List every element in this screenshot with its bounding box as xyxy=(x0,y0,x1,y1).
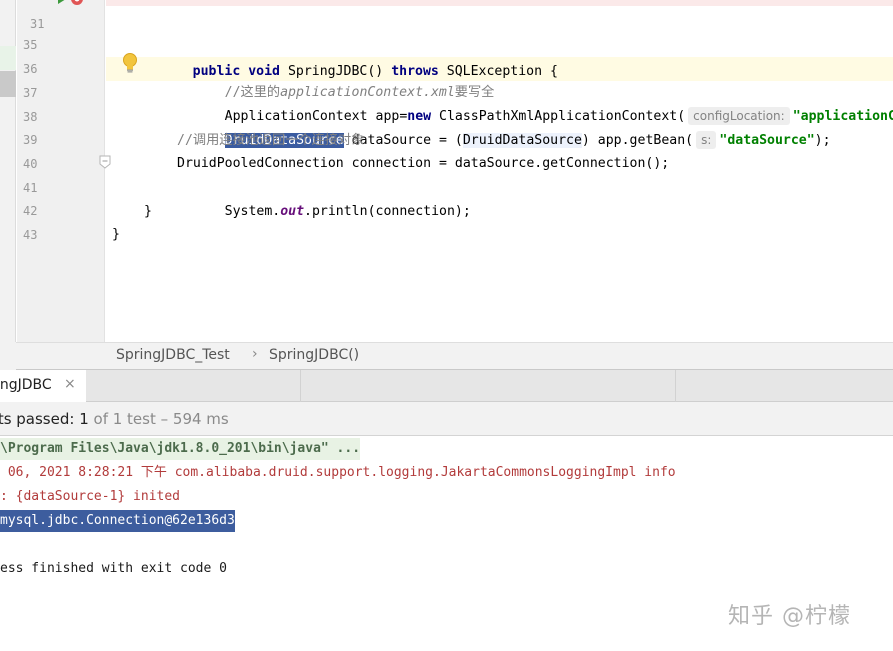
console-exit-line: ess finished with exit code 0 xyxy=(0,561,227,576)
fold-icon[interactable] xyxy=(99,155,111,169)
code-line: 40 System.out.println(connection); xyxy=(0,128,893,219)
run-gutter-icon[interactable] xyxy=(56,0,96,6)
code-line: 38 //调用连接池返回一个连接对象 xyxy=(0,81,893,148)
status-details: of 1 test – 594 ms xyxy=(88,410,229,428)
lightbulb-icon[interactable] xyxy=(121,52,139,74)
status-count: 1 xyxy=(79,410,89,428)
breadcrumb-item-method[interactable]: SpringJDBC() xyxy=(269,347,359,363)
breadcrumb: SpringJDBC_Test › SpringJDBC() xyxy=(16,342,893,370)
close-icon[interactable]: × xyxy=(64,376,76,392)
status-label: sts passed: xyxy=(0,410,75,428)
run-tab[interactable]: ingJDBC × xyxy=(0,370,86,402)
closing-brace: } xyxy=(112,227,120,242)
console-selected-line[interactable]: mysql.jdbc.Connection@62e136d3 xyxy=(0,510,235,532)
code-line: 42 } xyxy=(0,175,893,242)
breadcrumb-item-class[interactable]: SpringJDBC_Test xyxy=(116,347,230,363)
console-command-line: \Program Files\Java\jdk1.8.0_201\bin\jav… xyxy=(0,438,361,460)
code-line: 43 xyxy=(0,199,893,242)
divider xyxy=(300,370,301,402)
test-status-bar: sts passed: 1 of 1 test – 594 ms xyxy=(0,402,893,436)
run-tab-label: ingJDBC xyxy=(0,377,52,393)
console-log-line: 06, 2021 8:28:21 下午 com.alibaba.druid.su… xyxy=(0,465,676,480)
divider xyxy=(675,370,676,402)
console-log-line: : {dataSource-1} inited xyxy=(0,489,181,504)
code-line: 41 } xyxy=(0,152,893,219)
code-editor[interactable]: 31 public void SpringJDBC() throws SQLEx… xyxy=(0,0,893,342)
test-status-text: sts passed: 1 of 1 test – 594 ms xyxy=(0,410,229,428)
code-line: 35 //这里的applicationContext.xml要写全 xyxy=(0,9,893,100)
run-tab-bar: ingJDBC × xyxy=(0,370,893,402)
code-line: 39 DruidPooledConnection connection = da… xyxy=(0,104,893,171)
watermark: 知乎 @柠檬 xyxy=(728,604,851,629)
editor-left-strip xyxy=(0,342,16,370)
line-number: 43 xyxy=(23,228,38,242)
breadcrumb-separator: › xyxy=(252,346,258,362)
